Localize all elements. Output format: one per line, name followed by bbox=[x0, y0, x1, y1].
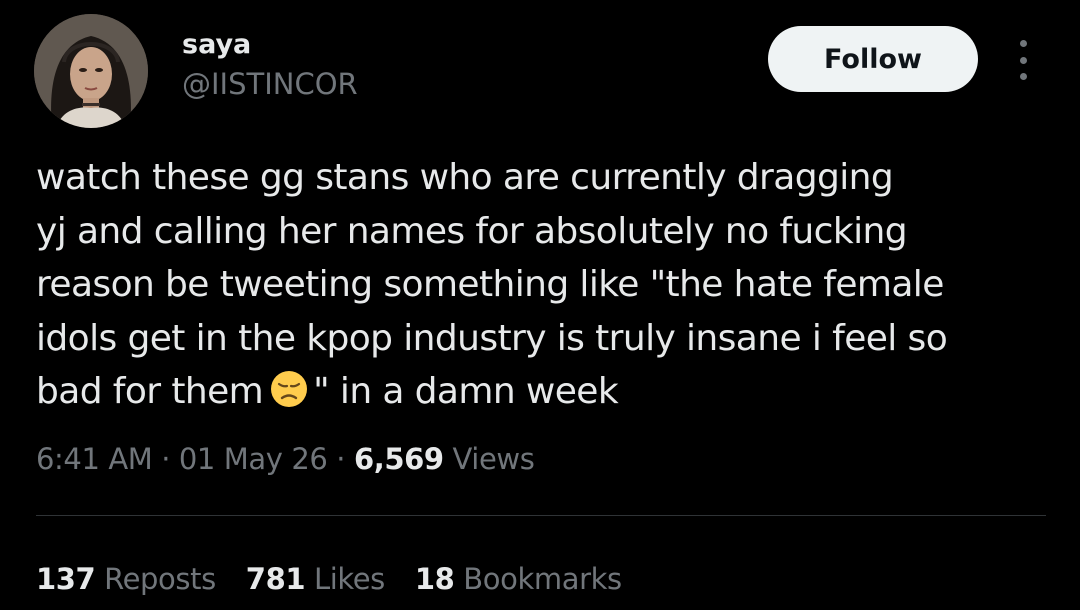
tweet-text-line: reason be tweeting something like "the h… bbox=[36, 264, 944, 305]
author-display-name[interactable]: saya bbox=[182, 28, 251, 62]
tweet-text-after-emoji: " in a damn week bbox=[313, 371, 619, 412]
more-options-icon[interactable] bbox=[1010, 40, 1036, 80]
more-dot bbox=[1019, 56, 1027, 64]
bookmarks-count: 18 bbox=[414, 562, 455, 596]
tweet-text-before-emoji: bad for them bbox=[36, 371, 264, 412]
likes-stat[interactable]: 781 Likes bbox=[246, 562, 385, 596]
reposts-stat[interactable]: 137 Reposts bbox=[36, 562, 216, 596]
tweet-text-line: yj and calling her names for absolutely … bbox=[36, 210, 908, 252]
more-dot bbox=[1019, 40, 1027, 47]
tweet-metadata: 6:41 AM · 01 May 26 · 6,569 Views bbox=[36, 440, 535, 478]
tweet-text: watch these gg stans who are currently d… bbox=[36, 151, 1026, 419]
views-label: Views bbox=[443, 442, 535, 476]
profile-photo-icon bbox=[34, 14, 148, 128]
tweet-text-last-line: bad for them " in a damn week bbox=[36, 365, 1026, 419]
reposts-label: Reposts bbox=[95, 562, 216, 596]
follow-button[interactable]: Follow bbox=[768, 26, 978, 92]
tweet-card: saya @IISTINCOR Follow watch these gg st… bbox=[0, 0, 1080, 610]
avatar[interactable] bbox=[34, 14, 148, 128]
views-count: 6,569 bbox=[353, 442, 444, 476]
meta-separator: · bbox=[152, 442, 179, 476]
engagement-stats: 137 Reposts 781 Likes 18 Bookmarks bbox=[36, 560, 652, 598]
tweet-text-line: watch these gg stans who are currently d… bbox=[36, 157, 894, 198]
disappointed-face-emoji-icon bbox=[271, 371, 308, 407]
likes-label: Likes bbox=[305, 562, 385, 596]
more-dot bbox=[1019, 73, 1027, 80]
meta-separator: · bbox=[327, 442, 354, 476]
bookmarks-stat[interactable]: 18 Bookmarks bbox=[415, 562, 622, 596]
divider bbox=[36, 515, 1046, 516]
tweet-time[interactable]: 6:41 AM bbox=[36, 442, 153, 476]
bookmarks-label: Bookmarks bbox=[454, 562, 622, 596]
author-handle[interactable]: @IISTINCOR bbox=[182, 66, 358, 102]
tweet-text-line: idols get in the kpop industry is truly … bbox=[36, 317, 948, 359]
tweet-date[interactable]: 01 May 26 bbox=[179, 442, 328, 476]
likes-count: 781 bbox=[245, 562, 306, 596]
reposts-count: 137 bbox=[36, 562, 96, 596]
